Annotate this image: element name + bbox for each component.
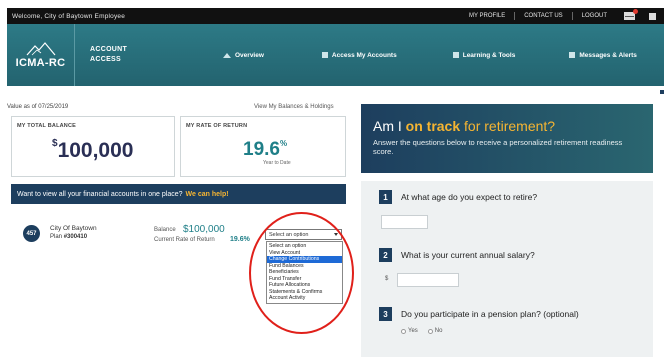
- plan-type-badge: 457: [23, 225, 40, 242]
- hero-on-track: on track: [405, 118, 461, 134]
- mail-icon[interactable]: [624, 9, 638, 20]
- chevron-down-icon: [334, 233, 338, 236]
- retirement-readiness-hero: Am I on track for retirement? Answer the…: [361, 104, 653, 173]
- radio-label: No: [434, 328, 443, 334]
- rate-of-return-value: 19.6%: [243, 139, 287, 161]
- tab-accounts-label: Access My Accounts: [331, 51, 397, 59]
- balance-amount: 100,000: [57, 139, 134, 162]
- plan-balance-value: $100,000: [183, 224, 225, 235]
- pension-no-radio[interactable]: No: [427, 328, 443, 334]
- rate-of-return-card: MY RATE OF RETURN 19.6% Year to Date: [180, 116, 346, 177]
- question-number: 2: [379, 248, 392, 262]
- plan-balance-label: Balance: [154, 227, 176, 233]
- promo-text: Want to view all your financial accounts…: [17, 190, 183, 198]
- dropdown-option[interactable]: Account Activity: [267, 295, 342, 302]
- tab-learning-label: Learning & Tools: [462, 51, 516, 59]
- plan-prefix: Plan: [50, 234, 63, 240]
- icma-rc-logo[interactable]: ICMA-RC: [7, 24, 75, 86]
- select-value: Select an option: [269, 231, 309, 238]
- plan-action-select[interactable]: Select an option: [265, 229, 342, 240]
- main-header: ICMA-RC ACCOUNT ACCESS Overview Access M…: [7, 24, 664, 86]
- top-utility-bar: Welcome, City of Baytown Employee MY PRO…: [7, 8, 664, 24]
- balance-currency: $: [52, 138, 58, 149]
- total-balance-card: MY TOTAL BALANCE $100,000: [11, 116, 175, 177]
- tab-messages-label: Messages & Alerts: [579, 51, 637, 59]
- rate-period: Year to Date: [263, 160, 291, 166]
- tab-overview[interactable]: Overview: [201, 24, 286, 86]
- plan-action-dropdown: Select an option View Account Change Con…: [266, 241, 343, 304]
- tab-messages-alerts[interactable]: Messages & Alerts: [547, 24, 659, 86]
- tab-learning-tools[interactable]: Learning & Tools: [431, 24, 538, 86]
- rate-of-return-label: MY RATE OF RETURN: [186, 123, 248, 129]
- question-text: What is your current annual salary?: [401, 250, 535, 260]
- contact-us-link[interactable]: CONTACT US: [515, 12, 573, 20]
- total-balance-label: MY TOTAL BALANCE: [17, 123, 77, 129]
- tab-access-my-accounts[interactable]: Access My Accounts: [300, 24, 419, 86]
- rate-unit: %: [279, 139, 288, 148]
- welcome-text: Welcome, City of Baytown Employee: [12, 12, 126, 20]
- retire-age-input[interactable]: [381, 215, 428, 229]
- tools-icon: [452, 52, 459, 58]
- my-profile-link[interactable]: MY PROFILE: [460, 12, 516, 20]
- question-number: 1: [379, 190, 392, 204]
- salary-input[interactable]: [397, 273, 459, 287]
- logout-link[interactable]: LOGOUT: [573, 12, 616, 20]
- pension-yes-radio[interactable]: Yes: [401, 328, 418, 334]
- question-text: Do you participate in a pension plan? (o…: [401, 309, 579, 319]
- plan-name: City Of Baytown: [50, 225, 97, 232]
- tab-overview-label: Overview: [235, 51, 264, 59]
- salary-currency: $: [385, 276, 389, 282]
- hero-prefix: Am I: [373, 118, 402, 134]
- plan-rate-label: Current Rate of Return: [154, 237, 215, 243]
- brand-name: ICMA-RC: [15, 56, 66, 69]
- hero-suffix: for retirement?: [464, 118, 556, 134]
- radio-label: Yes: [408, 328, 418, 334]
- account-access-title: ACCOUNT ACCESS: [75, 45, 145, 65]
- pension-radio-group: Yes No: [401, 328, 442, 334]
- rate-number: 19.6: [243, 139, 280, 160]
- utility-links: MY PROFILE CONTACT US LOGOUT: [460, 9, 656, 20]
- messages-icon: [569, 52, 576, 58]
- radio-circle-icon: [401, 328, 406, 334]
- total-balance-value: $100,000: [52, 138, 134, 163]
- home-icon: [223, 52, 231, 58]
- hero-description: Answer the questions below to receive a …: [373, 138, 623, 156]
- main-nav: Overview Access My Accounts Learning & T…: [145, 24, 664, 86]
- aggregation-promo-banner[interactable]: Want to view all your financial accounts…: [11, 184, 346, 204]
- plan-number-value: #300410: [63, 234, 88, 240]
- title-line-1: ACCOUNT: [90, 46, 128, 53]
- mountain-logo-icon: [26, 41, 55, 55]
- accounts-icon: [321, 52, 328, 58]
- questions-panel: 1 At what age do you expect to retire? 2…: [361, 181, 653, 357]
- view-balances-link[interactable]: View My Balances & Holdings: [254, 104, 334, 110]
- print-icon[interactable]: [649, 12, 656, 20]
- side-scroll-marker: [660, 90, 664, 94]
- hero-title: Am I on track for retirement?: [373, 118, 653, 134]
- plan-rate-value: 19.6%: [230, 236, 250, 243]
- question-text: At what age do you expect to retire?: [401, 192, 538, 202]
- question-number: 3: [379, 307, 392, 321]
- value-as-of: Value as of 07/25/2019: [7, 104, 69, 110]
- radio-circle-icon: [427, 328, 433, 334]
- plan-number: Plan #300410: [50, 234, 87, 240]
- we-can-help-link[interactable]: We can help!: [186, 191, 229, 198]
- notification-dot: [633, 9, 638, 14]
- title-line-2: ACCESS: [90, 56, 121, 63]
